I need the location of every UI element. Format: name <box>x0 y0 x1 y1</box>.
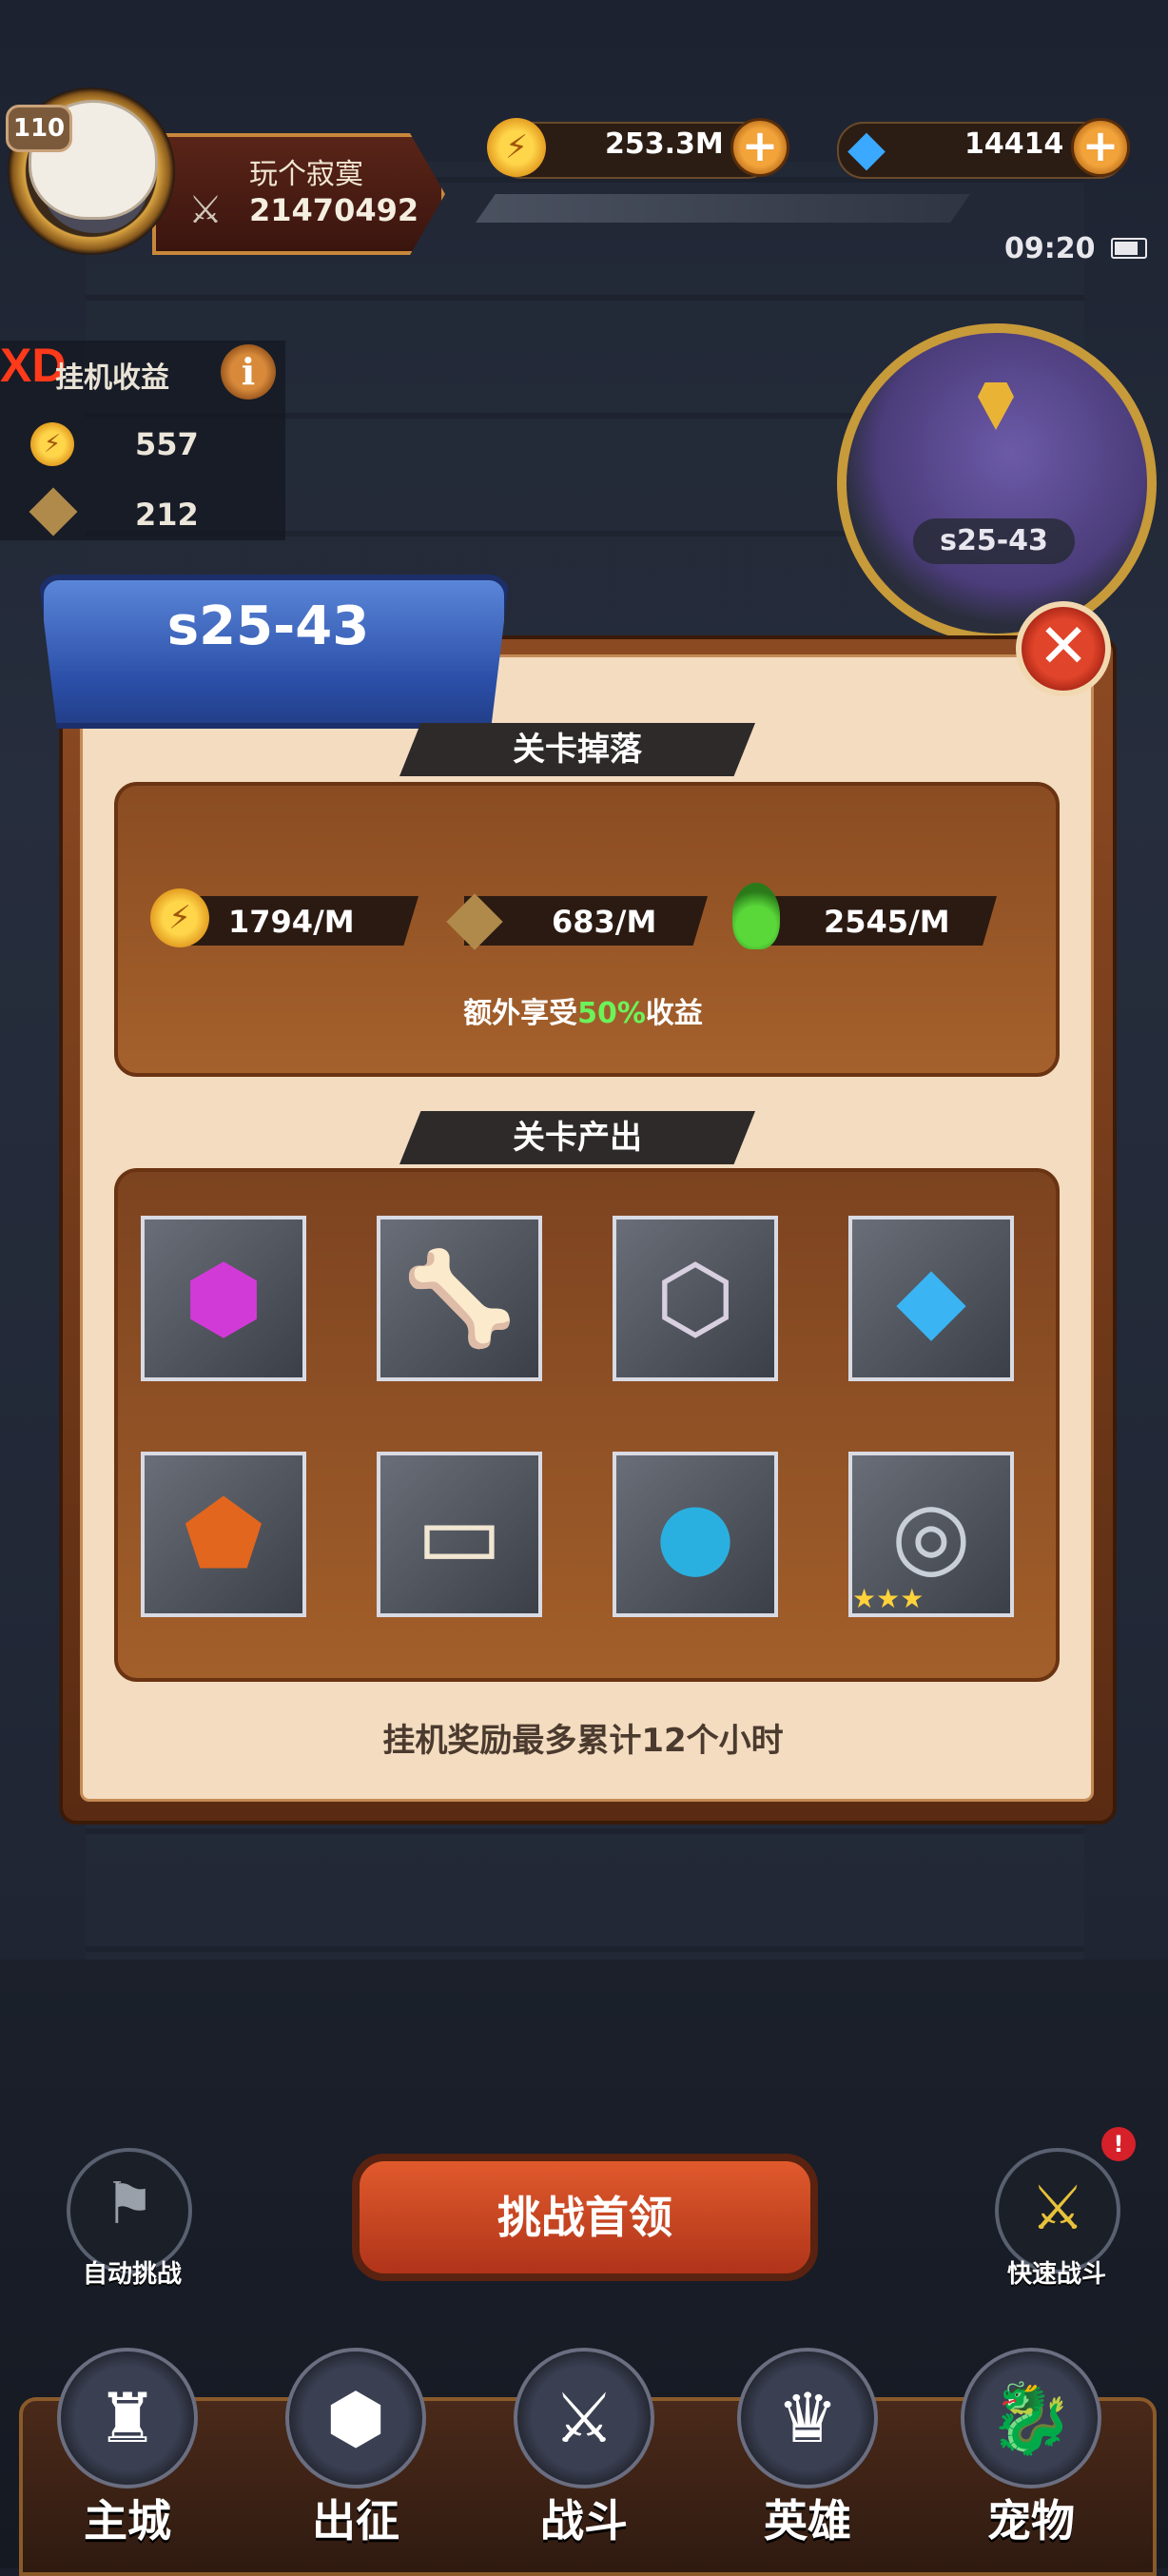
green-potion-icon <box>732 883 780 949</box>
gold-rate-value: 1794/M <box>228 904 355 940</box>
clock-time: 09:20 <box>1004 232 1096 265</box>
nav-label-0[interactable]: 主城 <box>42 2487 213 2549</box>
hero-card-icon: ▭ <box>416 1481 503 1588</box>
minimap-stage-label: s25-43 <box>913 518 1075 564</box>
potion-rate-value: 2545/M <box>824 904 950 940</box>
silver-crystal-item[interactable]: ⬡ <box>613 1216 778 1381</box>
output-section-title: 关卡产出 <box>513 1119 642 1157</box>
bonus-prefix: 额外享受 <box>463 997 578 1030</box>
experience-strip <box>476 194 970 223</box>
blue-crystals-item[interactable]: ◆ <box>848 1216 1014 1381</box>
stage-minimap[interactable] <box>837 323 1157 643</box>
flag-icon: ⚑ <box>104 2171 155 2237</box>
orange-rune-stone-item[interactable]: ⬟ <box>141 1452 306 1617</box>
exp-rate-value: 683/M <box>552 904 657 940</box>
battery-icon <box>1111 238 1147 259</box>
auto-challenge-label: 自动挑战 <box>82 2260 182 2289</box>
bonus-percent: 50% <box>577 997 646 1030</box>
purple-gem-item[interactable]: ⬢ <box>141 1216 306 1381</box>
player-power: 21470492 <box>249 192 419 228</box>
pet-dragon-icon[interactable]: 🐉 <box>961 2348 1101 2488</box>
blue-orb-icon: ● <box>655 1481 735 1588</box>
add-gems-button[interactable]: + <box>1071 118 1130 177</box>
stage-title: s25-43 <box>166 595 370 657</box>
idle-limit-note: 挂机奖励最多累计12个小时 <box>382 1722 784 1760</box>
gold-coin-icon: ⚡ <box>150 888 209 947</box>
blue-orb-item[interactable]: ● <box>613 1452 778 1617</box>
add-gold-button[interactable]: + <box>730 118 789 177</box>
gem-amount: 14414 <box>964 127 1064 161</box>
purple-gem-icon: ⬢ <box>184 1245 263 1352</box>
quick-battle-label: 快速战斗 <box>1006 2260 1106 2289</box>
tower-icon[interactable]: ♜ <box>57 2348 198 2488</box>
expedition-icon[interactable]: ⬢ <box>285 2348 426 2488</box>
orange-rune-stone-icon: ⬟ <box>184 1481 263 1588</box>
quick-battle-alert-badge: ! <box>1101 2127 1136 2161</box>
drop-section-title: 关卡掉落 <box>513 731 642 769</box>
bracelet-item[interactable]: ◎ ★★★ <box>848 1452 1014 1617</box>
idle-gold-value: 557 <box>135 426 199 462</box>
close-button[interactable]: ✕ <box>1016 601 1111 696</box>
hero-card-item[interactable]: ▭ <box>377 1452 542 1617</box>
player-level-badge: 110 <box>6 105 72 152</box>
item-star-rating: ★★★ <box>852 1583 925 1614</box>
bonus-suffix: 收益 <box>645 997 703 1030</box>
gold-coin-icon: ⚡ <box>30 422 74 466</box>
crossed-swords-icon: ⚔ <box>1030 2174 1085 2244</box>
diamond-icon: ◆ <box>847 120 886 177</box>
nav-label-1[interactable]: 出征 <box>270 2487 441 2549</box>
bone-treat-item[interactable]: 🦴 <box>377 1216 542 1381</box>
hero-crown-icon[interactable]: ♛ <box>737 2348 878 2488</box>
crossed-swords-icon: ⚔ <box>188 188 223 232</box>
gold-amount: 253.3M <box>605 127 724 161</box>
gold-coin-icon: ⚡ <box>487 118 546 177</box>
blue-crystals-icon: ◆ <box>896 1245 966 1352</box>
idle-exp-value: 212 <box>135 497 199 533</box>
bone-treat-icon: 🦴 <box>402 1245 516 1352</box>
battle-shield-icon[interactable]: ⚔ <box>514 2348 654 2488</box>
info-button[interactable]: i <box>221 344 276 400</box>
nav-label-3[interactable]: 英雄 <box>722 2487 893 2549</box>
idle-income-title: 挂机收益 <box>55 361 169 395</box>
challenge-boss-button[interactable]: 挑战首领 <box>352 2154 818 2281</box>
nav-label-4[interactable]: 宠物 <box>945 2487 1117 2549</box>
silver-crystal-icon: ⬡ <box>655 1245 735 1352</box>
bonus-text: 额外享受50%收益 <box>114 989 1052 1031</box>
player-name: 玩个寂寞 <box>249 158 363 191</box>
nav-label-2[interactable]: 战斗 <box>498 2487 670 2549</box>
